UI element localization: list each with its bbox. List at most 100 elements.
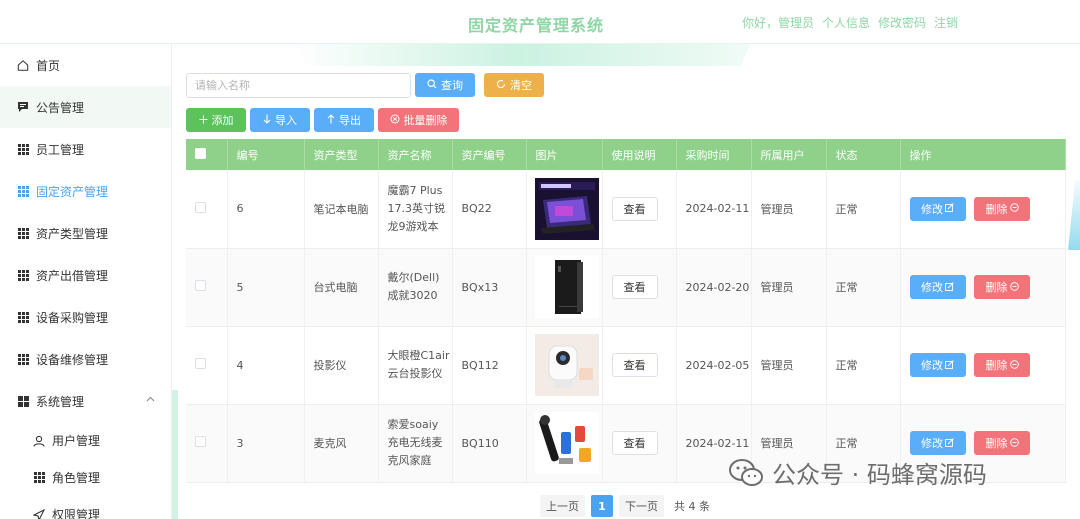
asset-type: 笔记本电脑 — [304, 170, 379, 249]
sidebar-item-label: 资产出借管理 — [36, 268, 109, 283]
sidebar-item-users[interactable]: 用户管理 — [0, 422, 171, 459]
column-header: 资产类型 — [304, 139, 379, 170]
sidebar-item-procurement[interactable]: 设备采购管理 — [0, 296, 171, 338]
profile-link[interactable]: 个人信息 — [822, 14, 870, 31]
plus-icon — [199, 114, 208, 127]
search-button[interactable]: 查询 — [415, 73, 475, 97]
export-button[interactable]: 导出 — [314, 108, 374, 132]
sidebar-item-label: 员工管理 — [36, 142, 85, 157]
delete-button-label: 删除 — [985, 281, 1008, 294]
asset-name: 魔霸7 Plus 17.3英寸锐 龙9游戏本 — [378, 170, 453, 249]
delete-button[interactable]: 删除 — [974, 431, 1030, 455]
delete-button[interactable]: 删除 — [974, 275, 1030, 299]
circle-minus-icon — [1009, 359, 1019, 372]
view-button[interactable]: 查看 — [611, 196, 658, 221]
sidebar-item-roles[interactable]: 角色管理 — [0, 459, 171, 496]
clear-button-label: 清空 — [510, 79, 532, 92]
watermark: 公众号 · 码蜂窝源码 — [728, 455, 987, 490]
edit-button[interactable]: 修改 — [909, 353, 966, 377]
sidebar-item-staff[interactable]: 员工管理 — [0, 128, 171, 170]
asset-type: 麦克风 — [304, 404, 379, 483]
import-button[interactable]: 导入 — [250, 108, 310, 132]
batch-delete-button[interactable]: 批量删除 — [378, 108, 459, 132]
sidebar-item-label: 角色管理 — [52, 471, 101, 485]
arrow-down-icon — [263, 114, 271, 127]
next-page-button[interactable]: 下一页 — [619, 495, 664, 517]
clear-button[interactable]: 清空 — [484, 73, 544, 97]
asset-type: 台式电脑 — [304, 248, 379, 327]
table-header-row: 编号 资产类型 资产名称 资产编号 图片 使用说明 采购时间 所属用户 状态 操… — [186, 139, 1066, 170]
purchase-date: 2024-02-05 — [676, 326, 752, 405]
column-header: 采购时间 — [676, 139, 752, 170]
asset-name-line: 大眼橙C1air — [387, 349, 450, 362]
import-button-label: 导入 — [275, 114, 297, 127]
sidebar-item-notice[interactable]: 公告管理 — [0, 86, 171, 128]
pagination: 上一页 1 下一页 共 4 条 — [540, 495, 710, 517]
sidebar-item-label: 系统管理 — [36, 394, 85, 409]
grid-icon — [17, 227, 29, 239]
add-button[interactable]: 添加 — [186, 108, 246, 132]
view-button[interactable]: 查看 — [611, 431, 658, 455]
column-header: 资产名称 — [378, 139, 453, 170]
search-button-label: 查询 — [441, 79, 463, 92]
row-checkbox[interactable] — [195, 436, 206, 447]
wechat-icon — [729, 458, 763, 486]
circle-minus-icon — [1009, 281, 1019, 294]
asset-status: 正常 — [826, 326, 901, 405]
logout-link[interactable]: 注销 — [934, 14, 958, 31]
delete-button-label: 删除 — [985, 437, 1008, 450]
sidebar-item-asset-lending[interactable]: 资产出借管理 — [0, 254, 171, 296]
row-checkbox[interactable] — [195, 201, 206, 213]
prev-page-button[interactable]: 上一页 — [540, 495, 585, 517]
asset-id: 5 — [227, 248, 305, 327]
row-checkbox[interactable] — [195, 358, 206, 369]
greeting-text: 你好，管理员 — [742, 16, 815, 30]
table-row: 6 笔记本电脑 魔霸7 Plus 17.3英寸锐 龙9游戏本 BQ22 查看 2… — [186, 170, 1066, 249]
view-button[interactable]: 查看 — [611, 353, 658, 377]
sidebar-item-fixed-assets[interactable]: 固定资产管理 — [0, 170, 171, 212]
edit-button-label: 修改 — [921, 437, 943, 450]
sidebar-item-label: 权限管理 — [52, 508, 101, 519]
change-password-link[interactable]: 修改密码 — [878, 14, 926, 31]
sidebar-item-label: 设备维修管理 — [36, 352, 109, 367]
delete-button[interactable]: 删除 — [974, 353, 1030, 377]
asset-code: BQ22 — [452, 170, 527, 249]
asset-name-line: 魔霸7 Plus — [387, 183, 443, 197]
refresh-icon — [496, 79, 506, 92]
grid-icon — [17, 269, 29, 281]
search-input[interactable] — [186, 73, 411, 98]
grid-icon — [17, 185, 29, 197]
asset-name-line: 17.3英寸锐 — [387, 201, 446, 215]
purchase-date: 2024-02-20 — [676, 248, 752, 327]
export-button-label: 导出 — [339, 114, 361, 127]
sidebar-item-label: 用户管理 — [52, 434, 101, 448]
sidebar-item-system[interactable]: 系统管理 — [0, 380, 171, 422]
column-header: 操作 — [900, 139, 1066, 170]
sidebar-item-asset-types[interactable]: 资产类型管理 — [0, 212, 171, 254]
edit-button[interactable]: 修改 — [909, 196, 966, 221]
asset-name: 戴尔(Dell) 成就3020 — [378, 248, 453, 327]
edit-button[interactable]: 修改 — [909, 431, 966, 455]
asset-name-line: 成就3020 — [387, 289, 438, 302]
column-header: 图片 — [526, 139, 603, 170]
table-row: 4 投影仪 大眼橙C1air 云台投影仪 BQ112 查看 2024-02-05… — [186, 326, 1066, 405]
edit-button-label: 修改 — [921, 281, 943, 294]
edit-button[interactable]: 修改 — [909, 275, 966, 299]
row-checkbox[interactable] — [195, 280, 206, 291]
page-number[interactable]: 1 — [591, 495, 613, 517]
notice-icon — [17, 101, 29, 113]
sidebar-item-label: 资产类型管理 — [36, 226, 109, 241]
sidebar-item-label: 公告管理 — [36, 100, 85, 115]
column-header: 资产编号 — [452, 139, 527, 170]
sidebar-item-repair[interactable]: 设备维修管理 — [0, 338, 171, 380]
edit-icon — [945, 359, 954, 372]
sidebar-item-home[interactable]: 首页 — [0, 44, 171, 86]
sidebar-item-permissions[interactable]: 权限管理 — [0, 496, 171, 519]
select-all-checkbox[interactable] — [195, 147, 206, 159]
send-icon — [33, 508, 45, 519]
delete-button[interactable]: 删除 — [974, 196, 1030, 221]
column-header: 状态 — [826, 139, 901, 170]
view-button[interactable]: 查看 — [611, 275, 658, 299]
projector-image — [534, 334, 599, 396]
edit-icon — [945, 202, 954, 215]
